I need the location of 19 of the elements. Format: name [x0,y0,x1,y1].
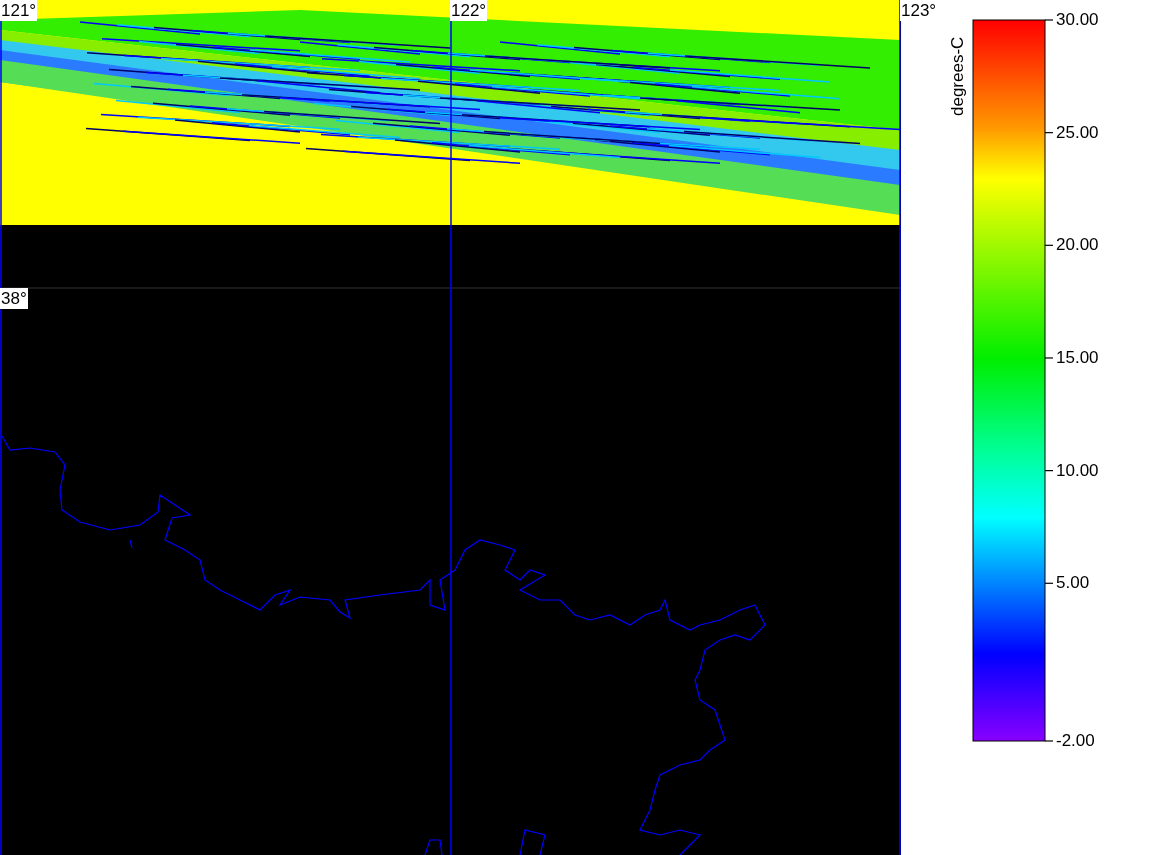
latitude-label: 38° [0,288,28,309]
scale-label: 10.00 [1056,460,1099,481]
tick-mark [1044,244,1054,246]
tick-mark [1044,357,1054,359]
tick-mark [1044,132,1054,134]
longitude-label: 121° [0,0,38,21]
legend-title: degrees-C [947,36,968,116]
scale-label: 15.00 [1056,347,1099,368]
scale-label: 25.00 [1056,122,1099,143]
tick-mark [1044,582,1054,584]
tick-mark [1044,19,1054,21]
scale-label: 20.00 [1056,235,1099,256]
longitude-label: 122° [450,0,488,21]
scale-label: -2.00 [1056,731,1095,751]
scale-label: 30.00 [1056,10,1099,30]
tick-mark [1044,470,1054,472]
longitude-label: 123° [900,0,938,21]
scale-label: 5.00 [1056,573,1090,594]
tick-mark [1044,740,1054,742]
